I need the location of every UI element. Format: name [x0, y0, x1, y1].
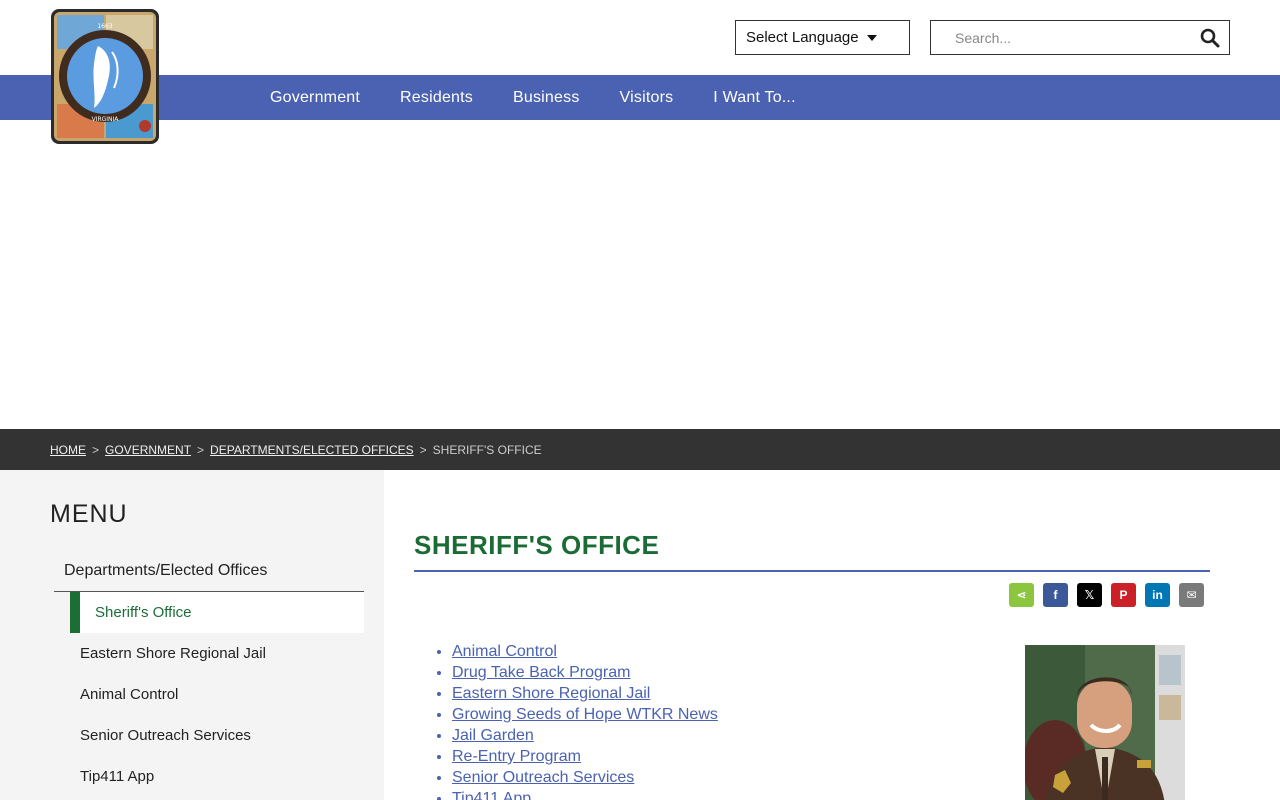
page-title: SHERIFF'S OFFICE [414, 530, 660, 560]
sidebar-item-tip411[interactable]: Tip411 App [54, 756, 364, 797]
nav-item-visitors[interactable]: Visitors [600, 89, 694, 107]
search-icon[interactable] [1191, 21, 1229, 54]
search-box [930, 20, 1230, 55]
sidebar-item-animal-control[interactable]: Animal Control [54, 674, 364, 715]
search-input[interactable] [931, 21, 1191, 54]
site-header: 1663 VIRGINIA Select Language [0, 0, 1280, 144]
pinterest-icon[interactable]: P [1111, 583, 1136, 607]
breadcrumb-separator: > [92, 442, 100, 457]
chevron-down-icon [866, 34, 877, 41]
list-item: Re-Entry Program [452, 746, 718, 767]
sidebar-list: Sheriff's Office Eastern Shore Regional … [54, 592, 364, 797]
sidebar-item-sheriffs-office[interactable]: Sheriff's Office [70, 592, 364, 633]
list-item: Senior Outreach Services [452, 767, 718, 788]
title-divider [414, 570, 1210, 572]
share-bar: ⋖ f 𝕏 P in ✉ [1009, 583, 1213, 607]
link-drug-take-back[interactable]: Drug Take Back Program [452, 664, 630, 681]
breadcrumb-home[interactable]: HOME [50, 443, 86, 457]
linkedin-icon[interactable]: in [1145, 583, 1170, 607]
share-icon[interactable]: ⋖ [1009, 583, 1034, 607]
svg-text:VIRGINIA: VIRGINIA [92, 116, 120, 123]
sidebar-title: MENU [50, 500, 128, 528]
nav-item-business[interactable]: Business [493, 89, 600, 107]
sidebar-item-senior-outreach[interactable]: Senior Outreach Services [54, 715, 364, 756]
link-tip411[interactable]: Tip411 App [452, 790, 531, 800]
list-item: Animal Control [452, 641, 718, 662]
list-item: Drug Take Back Program [452, 662, 718, 683]
breadcrumb-separator: > [197, 442, 205, 457]
sidebar-item-departments[interactable]: Departments/Elected Offices [54, 550, 364, 592]
nav-item-government[interactable]: Government [250, 89, 380, 107]
resource-links: Animal Control Drug Take Back Program Ea… [452, 641, 718, 800]
breadcrumb-departments[interactable]: DEPARTMENTS/ELECTED OFFICES [210, 443, 414, 457]
svg-text:1663: 1663 [97, 23, 112, 30]
link-regional-jail[interactable]: Eastern Shore Regional Jail [452, 685, 650, 702]
breadcrumb-current: SHERIFF'S OFFICE [432, 442, 542, 457]
link-re-entry[interactable]: Re-Entry Program [452, 748, 581, 765]
x-icon[interactable]: 𝕏 [1077, 583, 1102, 607]
language-label: Select Language [746, 29, 859, 46]
facebook-icon[interactable]: f [1043, 583, 1068, 607]
nav-item-residents[interactable]: Residents [380, 89, 493, 107]
sheriff-portrait [1025, 645, 1185, 800]
email-icon[interactable]: ✉ [1179, 583, 1204, 607]
breadcrumb-government[interactable]: GOVERNMENT [105, 443, 191, 457]
list-item: Eastern Shore Regional Jail [452, 683, 718, 704]
language-select[interactable]: Select Language [735, 20, 910, 55]
link-jail-garden[interactable]: Jail Garden [452, 727, 534, 744]
link-senior-outreach[interactable]: Senior Outreach Services [452, 769, 634, 786]
list-item: Jail Garden [452, 725, 718, 746]
link-growing-seeds[interactable]: Growing Seeds of Hope WTKR News [452, 706, 718, 723]
list-item: Tip411 App [452, 788, 718, 800]
link-animal-control[interactable]: Animal Control [452, 643, 557, 660]
breadcrumb-separator: > [419, 442, 427, 457]
list-item: Growing Seeds of Hope WTKR News [452, 704, 718, 725]
sidebar: MENU Departments/Elected Offices Sheriff… [0, 470, 384, 800]
breadcrumb: HOME > GOVERNMENT > DEPARTMENTS/ELECTED … [0, 429, 1280, 470]
county-seal-logo[interactable]: 1663 VIRGINIA [50, 8, 160, 145]
sidebar-item-regional-jail[interactable]: Eastern Shore Regional Jail [54, 633, 364, 674]
main-navigation: Government Residents Business Visitors I… [0, 75, 1280, 120]
nav-item-i-want-to[interactable]: I Want To... [693, 89, 815, 107]
